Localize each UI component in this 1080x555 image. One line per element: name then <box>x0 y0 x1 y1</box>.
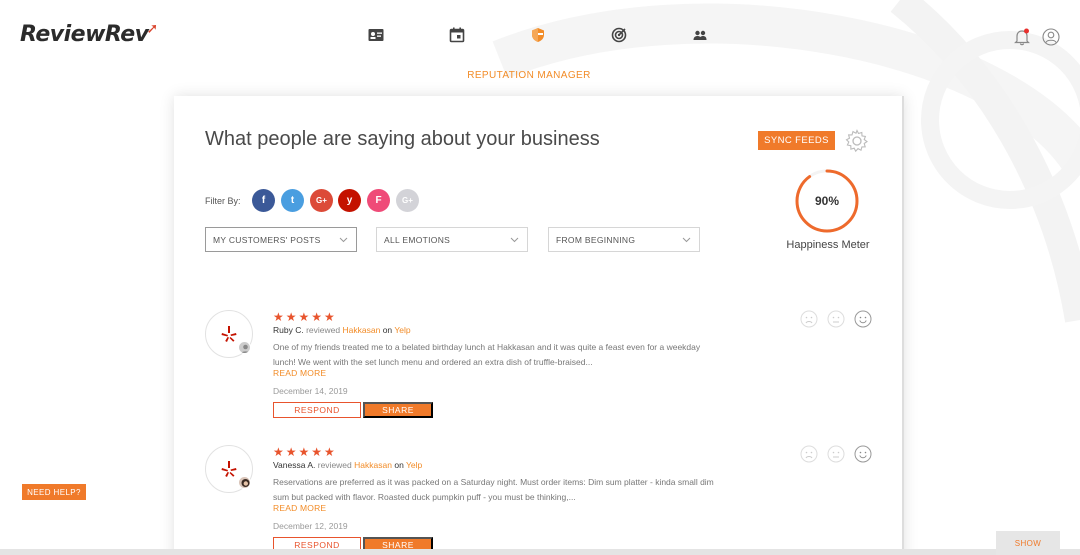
nav-people-icon[interactable] <box>690 27 710 43</box>
chevron-down-icon <box>510 237 519 243</box>
bell-icon[interactable] <box>1014 28 1030 51</box>
posts-filter-select[interactable]: MY CUSTOMERS' POSTS <box>205 227 357 252</box>
review-text: Reservations are preferred as it was pac… <box>273 477 714 502</box>
show-button[interactable]: SHOW <box>996 531 1060 555</box>
filter-facebook-icon[interactable]: f <box>252 189 275 212</box>
on-word: on <box>382 325 393 335</box>
date-filter-value: FROM BEGINNING <box>556 234 636 245</box>
reviewer-name: Ruby C. <box>273 325 304 335</box>
nav-calendar-icon[interactable] <box>447 27 467 43</box>
source-link[interactable]: Yelp <box>406 460 422 470</box>
review-item: ★★★★★ Vanessa A. reviewed Hakkasan on Ye… <box>205 445 875 555</box>
emotions-filter-value: ALL EMOTIONS <box>384 234 451 245</box>
review-date: December 12, 2019 <box>273 521 348 531</box>
logo-arrow-icon: ➚ <box>146 21 159 37</box>
emotion-selector <box>800 445 872 463</box>
review-date: December 14, 2019 <box>273 386 348 396</box>
review-meta: Ruby C. reviewed Hakkasan on Yelp <box>273 325 411 335</box>
source-link[interactable]: Yelp <box>394 325 410 335</box>
date-filter-select[interactable]: FROM BEGINNING <box>548 227 700 252</box>
reviewer-avatar <box>238 476 251 489</box>
need-help-button[interactable]: NEED HELP? <box>22 484 86 500</box>
review-meta: Vanessa A. reviewed Hakkasan on Yelp <box>273 460 422 470</box>
chevron-down-icon <box>339 237 348 243</box>
sync-feeds-button[interactable]: SYNC FEEDS <box>758 131 835 150</box>
filter-twitter-icon[interactable]: t <box>281 189 304 212</box>
bottom-bar <box>0 549 1080 555</box>
emotion-selector <box>800 310 872 328</box>
filter-google-plus-disabled-icon[interactable]: G+ <box>396 189 419 212</box>
logo-text: ReviewRev <box>20 22 149 47</box>
user-icon[interactable] <box>1042 28 1060 51</box>
yelp-icon <box>221 326 237 342</box>
filter-foursquare-icon[interactable]: F <box>367 189 390 212</box>
on-word: on <box>394 460 404 470</box>
emotions-filter-select[interactable]: ALL EMOTIONS <box>376 227 528 252</box>
reviews-card: What people are saying about your busine… <box>174 96 904 555</box>
happy-face-icon[interactable] <box>854 445 872 463</box>
filter-google-plus-icon[interactable]: G+ <box>310 189 333 212</box>
header-actions <box>1014 28 1060 51</box>
page-title: REPUTATION MANAGER <box>467 70 591 81</box>
nav-target-icon[interactable] <box>609 27 629 43</box>
reviewed-word: reviewed <box>306 325 341 335</box>
yelp-icon <box>221 461 237 477</box>
star-rating: ★★★★★ <box>273 310 337 324</box>
reviewer-name: Vanessa A. <box>273 460 316 470</box>
reviewer-avatar <box>238 341 251 354</box>
gear-icon[interactable] <box>845 129 869 153</box>
happy-face-icon[interactable] <box>854 310 872 328</box>
review-text: One of my friends treated me to a belate… <box>273 342 701 367</box>
read-more-link[interactable]: READ MORE <box>273 368 326 378</box>
main-nav <box>366 27 771 43</box>
star-rating: ★★★★★ <box>273 445 337 459</box>
posts-filter-value: MY CUSTOMERS' POSTS <box>213 234 321 245</box>
sad-face-icon[interactable] <box>800 445 818 463</box>
filter-yelp-icon[interactable]: y <box>338 189 361 212</box>
sad-face-icon[interactable] <box>800 310 818 328</box>
happiness-meter-label: Happiness Meter <box>786 239 870 251</box>
business-link[interactable]: Hakkasan <box>343 325 381 335</box>
nav-contact-card-icon[interactable] <box>366 27 386 43</box>
app-logo[interactable]: ReviewRev➚ <box>20 21 160 47</box>
neutral-face-icon[interactable] <box>827 445 845 463</box>
read-more-link[interactable]: READ MORE <box>273 503 326 513</box>
neutral-face-icon[interactable] <box>827 310 845 328</box>
happiness-meter-value: 90% <box>814 194 840 208</box>
chevron-down-icon <box>682 237 691 243</box>
share-button[interactable]: SHARE <box>363 402 433 418</box>
reviewed-word: reviewed <box>317 460 352 470</box>
respond-button[interactable]: RESPOND <box>273 402 361 418</box>
card-title: What people are saying about your busine… <box>205 128 600 150</box>
filter-label: Filter By: <box>205 196 241 206</box>
nav-shield-icon[interactable] <box>528 27 548 43</box>
review-item: ★★★★★ Ruby C. reviewed Hakkasan on Yelp … <box>205 310 875 430</box>
business-link[interactable]: Hakkasan <box>354 460 392 470</box>
